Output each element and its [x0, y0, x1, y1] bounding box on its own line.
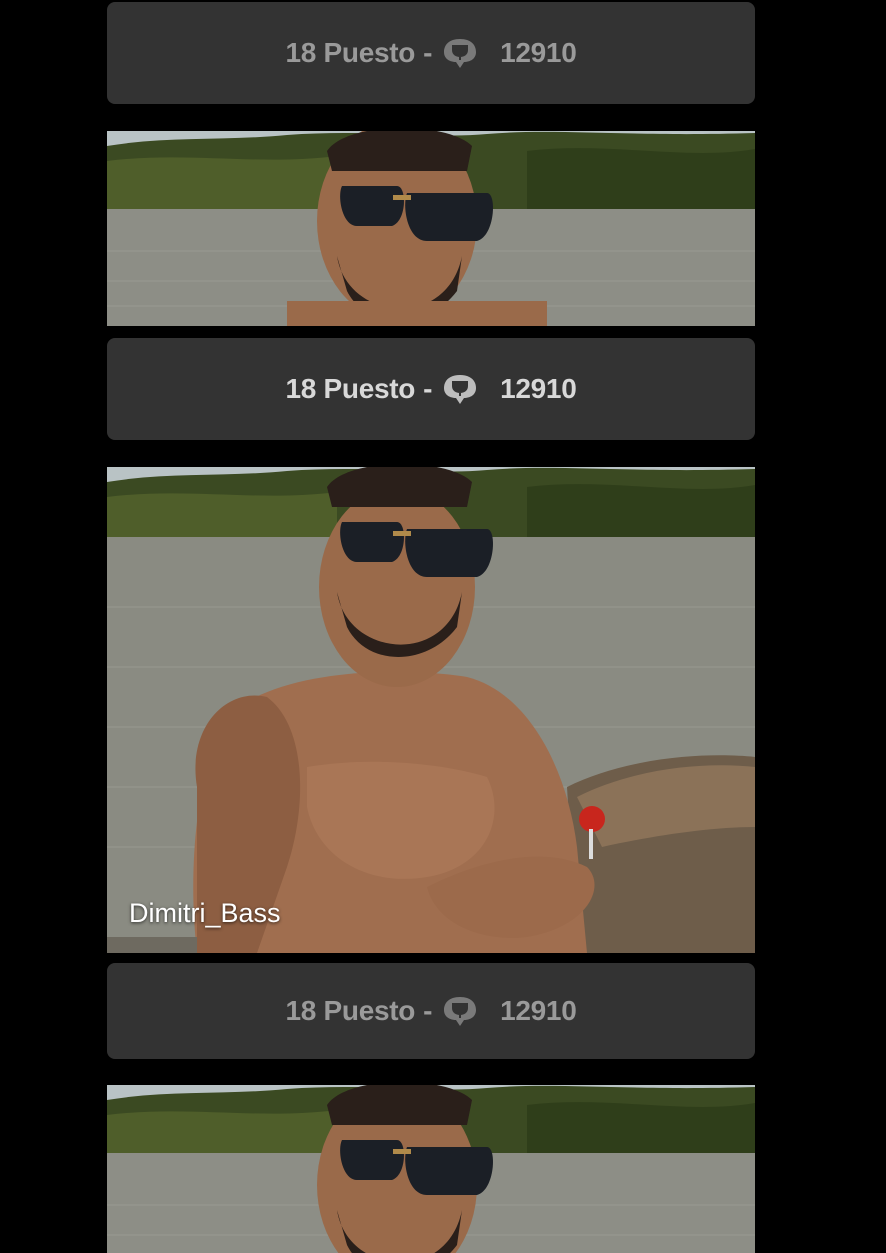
- separator: -: [423, 995, 433, 1026]
- score-value: 12910: [500, 373, 577, 404]
- featured-model-card[interactable]: Dimitri_Bass: [107, 467, 755, 953]
- ranking-feed: 18 Puesto - 12910 18 Puesto - 12910 Dimi…: [0, 0, 886, 1253]
- model-photo: [107, 467, 755, 953]
- model-thumbnail[interactable]: [107, 131, 755, 326]
- rank-label: 18 Puesto: [285, 995, 416, 1026]
- rank-label: 18 Puesto: [285, 37, 416, 68]
- model-name[interactable]: Dimitri_Bass: [129, 898, 281, 929]
- model-thumbnail[interactable]: [107, 1085, 755, 1253]
- model-photo: [107, 1085, 755, 1253]
- score-value: 12910: [500, 995, 577, 1026]
- rank-bar: 18 Puesto - 12910: [107, 2, 755, 104]
- trophy-chat-icon: [444, 39, 477, 68]
- score-value: 12910: [500, 37, 577, 68]
- separator: -: [423, 37, 433, 68]
- rank-label: 18 Puesto: [285, 373, 416, 404]
- rank-bar: 18 Puesto - 12910: [107, 963, 755, 1059]
- rank-bar: 18 Puesto - 12910: [107, 338, 755, 440]
- trophy-chat-icon: [444, 997, 477, 1026]
- model-photo: [107, 131, 755, 326]
- trophy-chat-icon: [444, 375, 477, 404]
- separator: -: [423, 373, 433, 404]
